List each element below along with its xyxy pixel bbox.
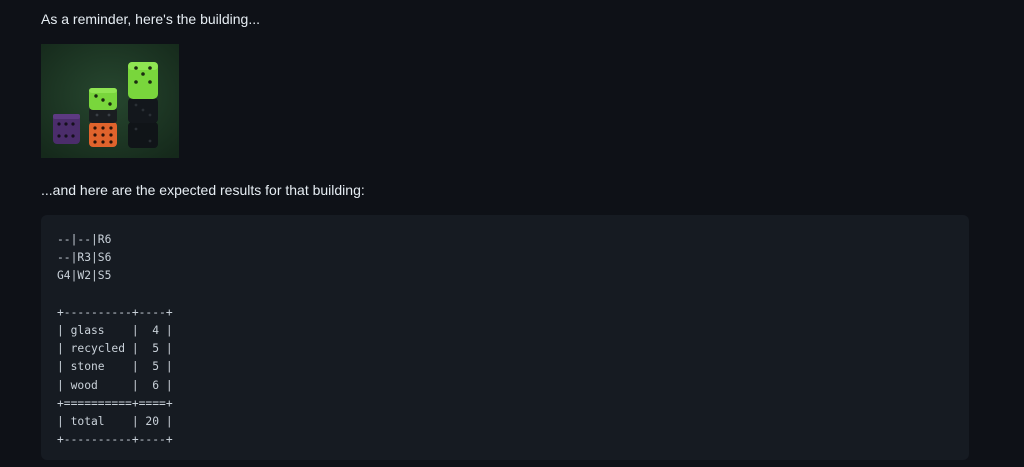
dark-die-middle (89, 108, 117, 123)
orange-die (89, 122, 117, 147)
code-block: --|--|R6 --|R3|S6 G4|W2|S5 +----------+-… (41, 215, 969, 460)
code-line: +==========+====+ (57, 396, 173, 410)
code-line: | wood | 6 | (57, 378, 173, 392)
dark-die-right-bottom (128, 122, 158, 148)
code-line: +----------+----+ (57, 433, 173, 447)
outro-text: ...and here are the expected results for… (41, 182, 365, 198)
code-line: | stone | 5 | (57, 360, 173, 374)
code-line: | recycled | 5 | (57, 342, 173, 356)
code-line: --|--|R6 (57, 233, 112, 246)
dark-die-right-middle (128, 98, 158, 123)
code-line: --|R3|S6 (57, 251, 112, 265)
code-line: | total | 20 | (57, 415, 173, 429)
purple-die (53, 114, 80, 144)
code-line: +----------+----+ (57, 305, 173, 319)
building-photo (41, 44, 179, 158)
green-die-right (128, 62, 158, 99)
code-content: --|--|R6 --|R3|S6 G4|W2|S5 +----------+-… (57, 231, 969, 449)
code-line: G4|W2|S5 (57, 269, 112, 283)
code-line: | glass | 4 | (57, 324, 173, 338)
intro-text: As a reminder, here's the building... (41, 11, 261, 27)
green-die-middle (89, 88, 117, 110)
